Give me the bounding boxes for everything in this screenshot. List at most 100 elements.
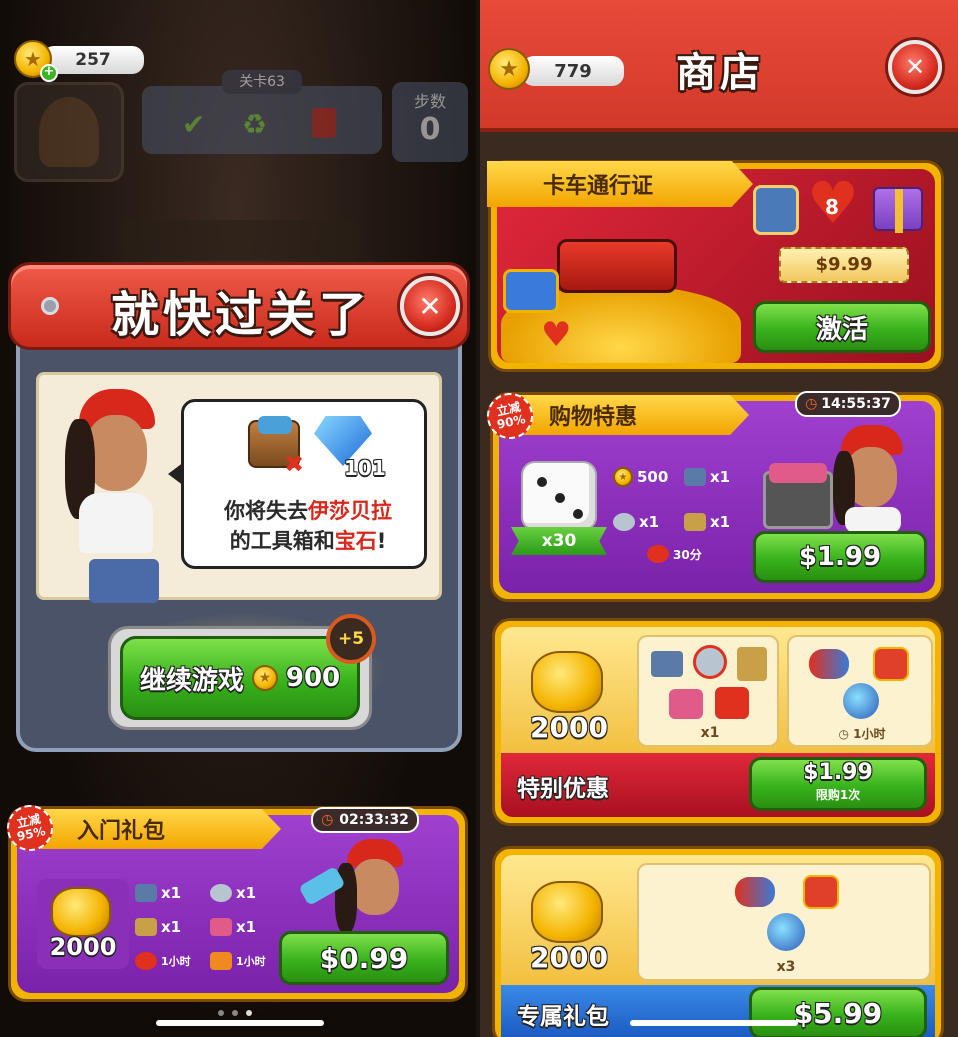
exclusive-buy-button[interactable]: $5.99 [749,987,927,1037]
hammer-item: x1 [135,879,206,907]
isabella-cart-character [763,423,923,533]
special-offer-card[interactable]: 2000 x1 ◷ 1小时 特别优惠 $1.99 限购1次 [492,618,944,826]
continue-cost: 900 [285,663,341,693]
heart-timer-item: 1小时 [135,947,206,975]
coin-amount: 2000 [530,941,608,974]
modal-title: 就快过关了 [110,287,371,343]
boost-time: ◷ 1小时 [838,727,886,741]
background-board [120,220,360,260]
price-tag: $9.99 [779,247,909,283]
dice-count: x30 [511,527,607,555]
rocket-icon [735,877,775,907]
activate-button[interactable]: 激活 [753,301,931,353]
remove-x-icon: ✖ [284,450,305,478]
starter-pack-card[interactable]: 入门礼包 立减 95% ◷ 02:33:32 2000 x1 x1 x1 x1 1… [2,800,468,1002]
bomb-icon [873,647,909,681]
saw-icon [613,513,635,531]
boosters-box: ◷ 1小时 [787,635,933,747]
home-indicator [156,1020,324,1026]
bomb-icon [803,875,839,909]
starter-buy-button[interactable]: $0.99 [279,931,449,985]
saw-icon [693,645,727,679]
starter-pack-title: 入门礼包 [77,819,166,844]
blaster-item: x1 [210,913,281,941]
timer-value: 02:33:32 [339,812,409,828]
coin-stack-icon [531,881,603,943]
dynamite-item: x1 [684,505,749,539]
isabella-character [49,389,179,603]
purchase-limit: 限购1次 [815,788,861,802]
hammer-icon [651,651,683,677]
coin-pile: 2000 [509,641,629,753]
stopwatch-icon: ◷ [805,396,818,412]
heart-icon: ♥ [541,315,572,355]
coins-item: ★ 500 [613,459,678,495]
message-name: 伊莎贝拉 [308,499,392,523]
dice-icon [521,461,597,531]
starter-timer: ◷ 02:33:32 [311,807,419,833]
shopping-deal-card[interactable]: 购物特惠 立减 90% ◷ 14:55:37 x30 ★ 500 x1 x1 x1 … [482,388,944,602]
page-dots [218,1010,258,1018]
isabella-blaster-character [298,839,421,939]
exclusive-pack-card[interactable]: 2000 x3 专属礼包 $5.99 [492,846,944,1037]
starter-price: $0.99 [319,941,409,975]
disco-ball-icon [843,683,879,719]
boosters-box: x3 [637,863,931,981]
warning-message: 你将失去伊莎贝拉 的工具箱和宝石! [198,496,418,556]
infinite-heart-icon [647,545,669,563]
left-screen: 257 ★ + 关卡63 ✔ ♻ 步数 0 就快过关了 ✕ ✖ 101 你将失去… [0,0,476,1037]
coin-icon: ★ [613,467,633,487]
dynamite-icon [684,513,706,531]
truck-pass-title: 卡车通行证 [543,174,654,199]
deal-items: ★ 500 x1 x1 x1 [613,459,749,539]
deal-buy-button[interactable]: $1.99 [753,531,927,583]
stopwatch-icon: ◷ [321,812,334,828]
close-button[interactable]: ✕ [400,276,460,336]
blaster-icon [210,918,232,936]
truck-pass-card[interactable]: 卡车通行证 ♥ ♥ 8 $9.99 激活 [487,160,944,372]
close-icon: ✕ [904,53,926,81]
modal-content: ✖ 101 你将失去伊莎贝拉 的工具箱和宝石! [36,372,442,603]
items-grid: x1 x1 x1 x1 1小时 1小时 [135,879,281,975]
disco-ball-icon [767,913,805,951]
moves-panel: 步数 0 [392,82,468,162]
coin-count: 779 [522,56,624,86]
saw-icon [210,884,232,902]
coin-counter[interactable]: 779 ★ [488,46,624,92]
almost-passed-modal: 就快过关了 ✕ ✖ 101 你将失去伊莎贝拉 的工具箱和宝石! 继续游戏 ★ 9… [8,262,470,760]
special-buy-button[interactable]: $1.99 限购1次 [749,757,927,811]
shop-header: 779 ★ 商店 ✕ [480,0,958,132]
saw-item: x1 [613,505,678,539]
coin-pile: 2000 [509,871,629,983]
boost-icon [210,952,232,970]
boost-timer-item: 1小时 [210,947,281,975]
gift-icon [873,187,923,233]
moves-label: 步数 [413,92,446,111]
coin-counter[interactable]: 257 ★ + [14,40,144,82]
continue-button[interactable]: 继续游戏 ★ 900 [120,636,360,720]
message-prefix: 你将失去 [224,499,308,523]
dynamite-item: x1 [135,913,206,941]
coin-icon: ★ [251,665,278,691]
continue-label: 继续游戏 [139,665,244,696]
infinite-hearts-item: 30分 [647,545,702,563]
exclusive-label: 专属礼包 [517,1004,609,1030]
add-coins-icon[interactable]: + [40,64,58,82]
shopping-deal-ribbon: 购物特惠 [513,395,749,435]
clock-icon: ◷ [838,727,849,741]
hearts-reward: ♥ 8 [807,173,861,233]
player-avatar [14,82,124,182]
gift-bow-icon [715,687,749,719]
chest-icon [503,269,559,313]
coin-amount: 2000 [530,711,608,744]
close-shop-button[interactable]: ✕ [888,40,942,94]
tools-count: x1 [700,725,720,741]
home-indicator [630,1020,798,1026]
saw-item: x1 [210,879,281,907]
dynamite-icon [135,918,157,936]
truck-pass-ribbon: 卡车通行证 [487,161,753,207]
boosters-count: x3 [776,959,796,975]
hammer-icon [135,884,157,902]
toolbox-icon [557,239,677,293]
deal-timer: ◷ 14:55:37 [795,391,901,417]
